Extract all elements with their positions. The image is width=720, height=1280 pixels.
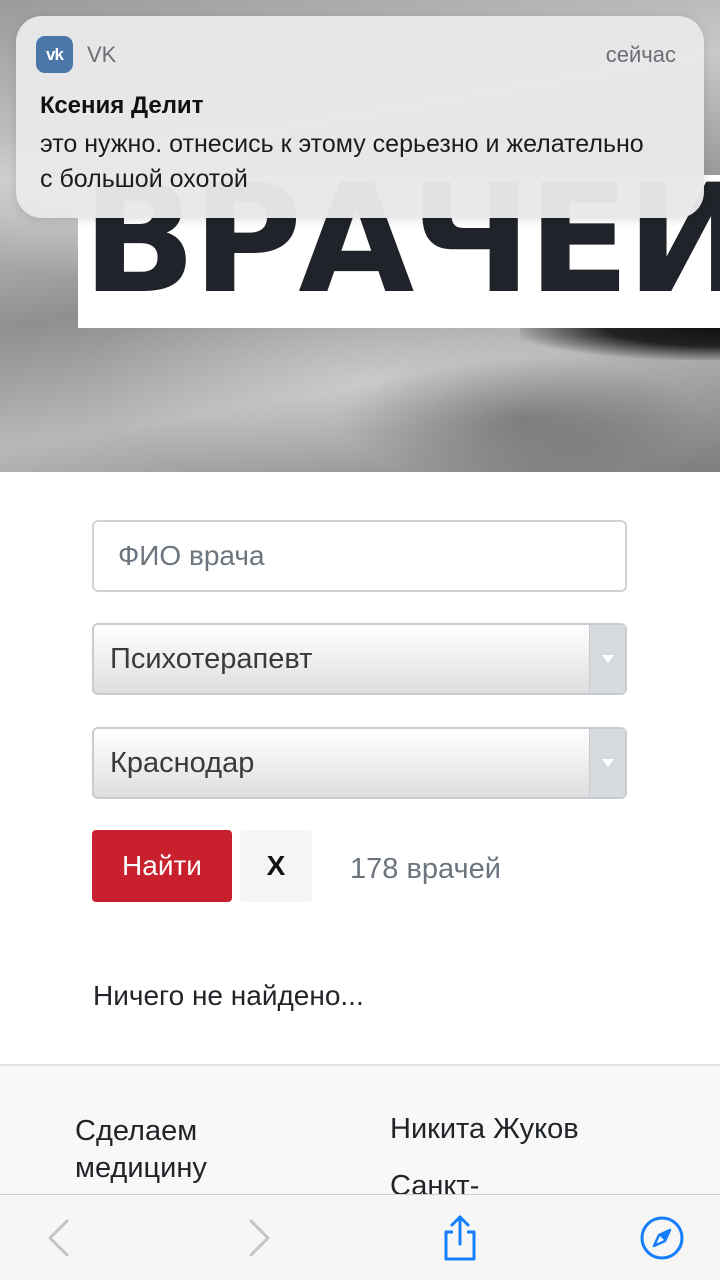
city-select-value: Краснодар [110,747,255,779]
result-count: 178 врачей [350,853,501,885]
specialty-select[interactable]: Психотерапевт [92,623,627,695]
find-button[interactable]: Найти [92,830,232,902]
notification-app-name: VK [87,42,117,67]
empty-results-message: Ничего не найдено... [93,980,364,1011]
chevron-down-icon [589,729,625,797]
city-select[interactable]: Краснодар [92,727,627,799]
browser-toolbar [0,1194,720,1280]
clear-button[interactable]: X [240,830,312,902]
bookmarks-button[interactable] [634,1195,690,1280]
share-icon [444,1215,476,1261]
doctor-name-input[interactable] [94,522,625,590]
forward-button[interactable] [232,1195,288,1280]
vk-logo-icon: vk [36,36,73,73]
share-button[interactable] [432,1195,488,1280]
push-notification[interactable]: vk VK сейчас Ксения Делит это нужно. отн… [16,16,704,218]
compass-icon [640,1216,684,1260]
doctor-name-field [92,520,627,592]
notification-time: сейчас [605,42,676,67]
footer-author-name: Никита Жуков [390,1113,579,1145]
specialty-select-value: Психотерапевт [110,643,313,675]
chevron-left-icon [48,1219,69,1257]
chevron-down-icon [589,625,625,693]
notification-message: это нужно. отнесись к этому серьезно и ж… [40,130,644,193]
chevron-right-icon [249,1219,270,1257]
notification-sender: Ксения Делит [40,92,204,119]
footer-tagline: Сделаем медицину [75,1115,207,1184]
back-button[interactable] [30,1195,86,1280]
